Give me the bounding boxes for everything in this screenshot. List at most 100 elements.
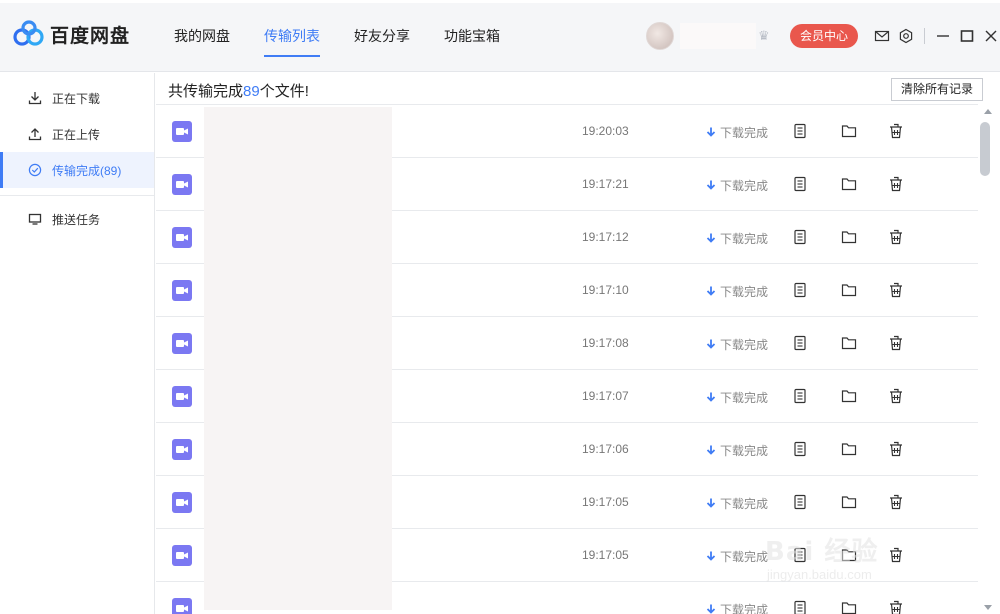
watermark-url: jingyan.baidu.com	[767, 567, 872, 582]
transfer-status-label: 下载完成	[720, 391, 769, 405]
video-camera-icon	[176, 181, 188, 188]
transfer-time: 19:17:05	[582, 495, 629, 509]
transfer-status: 下载完成	[706, 389, 768, 406]
video-camera-icon	[176, 605, 188, 612]
trash-icon	[890, 123, 902, 139]
watermark-brand: Bai 经验	[765, 537, 879, 567]
delete-record-button[interactable]	[887, 228, 905, 246]
file-detail-button[interactable]	[791, 387, 809, 405]
folder-icon	[841, 337, 857, 350]
file-detail-button[interactable]	[791, 599, 809, 614]
scroll-up-arrow-icon[interactable]	[984, 109, 992, 114]
sidebar-item-push-tasks[interactable]: 推送任务	[0, 201, 154, 237]
document-icon	[794, 335, 806, 351]
open-folder-button[interactable]	[840, 440, 858, 458]
minimize-button[interactable]	[931, 26, 955, 46]
close-button[interactable]	[979, 26, 1000, 46]
open-folder-button[interactable]	[840, 228, 858, 246]
delete-record-button[interactable]	[887, 334, 905, 352]
vip-center-button[interactable]: 会员中心	[790, 24, 859, 48]
video-file-icon	[172, 227, 192, 248]
scrollbar[interactable]	[978, 105, 1000, 614]
transfer-status-label: 下载完成	[720, 126, 769, 140]
open-folder-button[interactable]	[840, 599, 858, 614]
transfer-time: 19:17:07	[582, 389, 629, 403]
file-detail-button[interactable]	[791, 175, 809, 193]
tab-my-disk[interactable]: 我的网盘	[160, 0, 244, 72]
upload-icon	[28, 128, 42, 141]
settings-button[interactable]	[894, 26, 918, 46]
sidebar-item-downloading[interactable]: 正在下载	[0, 80, 154, 116]
file-detail-button[interactable]	[791, 228, 809, 246]
delete-record-button[interactable]	[887, 122, 905, 140]
video-file-icon	[172, 598, 192, 614]
mail-button[interactable]	[870, 26, 894, 46]
delete-record-button[interactable]	[887, 440, 905, 458]
transfer-time: 19:17:10	[582, 283, 629, 297]
folder-icon	[841, 390, 857, 403]
scrollbar-thumb[interactable]	[980, 122, 990, 176]
transfer-status: 下载完成	[706, 230, 768, 247]
video-file-icon	[172, 280, 192, 301]
window-tools	[870, 26, 1000, 46]
video-file-icon	[172, 386, 192, 407]
open-folder-button[interactable]	[840, 334, 858, 352]
transfer-status: 下载完成	[706, 336, 768, 353]
document-icon	[794, 123, 806, 139]
transfer-status: 下载完成	[706, 283, 768, 300]
transfer-status: 下载完成	[706, 442, 768, 459]
summary-suffix: 个文件!	[259, 83, 309, 100]
trash-icon	[890, 388, 902, 404]
sidebar-item-label: 正在下载	[52, 91, 101, 106]
clear-all-records-button[interactable]: 清除所有记录	[891, 78, 984, 101]
video-camera-icon	[176, 287, 188, 294]
crown-icon: ♛	[758, 28, 770, 43]
scroll-down-arrow-icon[interactable]	[984, 605, 992, 610]
transfer-status-label: 下载完成	[720, 285, 769, 299]
folder-icon	[841, 178, 857, 191]
sidebar-item-completed[interactable]: 传输完成(89)	[0, 152, 154, 188]
video-file-icon	[172, 333, 192, 354]
document-icon	[794, 600, 806, 614]
video-file-icon	[172, 439, 192, 460]
download-icon	[28, 92, 42, 105]
tab-friend-share[interactable]: 好友分享	[340, 0, 424, 72]
open-folder-button[interactable]	[840, 281, 858, 299]
transfer-time: 19:17:05	[582, 548, 629, 562]
tab-transfer-list[interactable]: 传输列表	[250, 0, 334, 72]
download-arrow-icon	[706, 286, 716, 296]
main-nav: 我的网盘 传输列表 好友分享 功能宝箱	[160, 0, 520, 72]
transfer-status-label: 下载完成	[720, 603, 769, 614]
summary-prefix: 共传输完成	[168, 83, 244, 100]
video-file-icon	[172, 492, 192, 513]
delete-record-button[interactable]	[887, 387, 905, 405]
maximize-icon	[960, 30, 974, 42]
mail-icon	[874, 30, 890, 42]
delete-record-button[interactable]	[887, 599, 905, 614]
transfer-status-label: 下载完成	[720, 232, 769, 246]
delete-record-button[interactable]	[887, 175, 905, 193]
transfer-status: 下载完成	[706, 124, 768, 141]
download-arrow-icon	[706, 498, 716, 508]
transfer-time: 19:17:12	[582, 230, 629, 244]
video-file-icon	[172, 545, 192, 566]
sidebar-item-uploading[interactable]: 正在上传	[0, 116, 154, 152]
watermark: Bai 经验 jingyan.baidu.com	[765, 505, 965, 595]
tab-toolbox[interactable]: 功能宝箱	[430, 0, 514, 72]
download-arrow-icon	[706, 127, 716, 137]
folder-icon	[841, 602, 857, 614]
file-detail-button[interactable]	[791, 440, 809, 458]
file-detail-button[interactable]	[791, 281, 809, 299]
toolbar-separator	[924, 28, 925, 44]
file-detail-button[interactable]	[791, 334, 809, 352]
open-folder-button[interactable]	[840, 122, 858, 140]
maximize-button[interactable]	[955, 26, 979, 46]
delete-record-button[interactable]	[887, 281, 905, 299]
file-detail-button[interactable]	[791, 122, 809, 140]
check-circle-icon	[28, 163, 42, 177]
avatar[interactable]	[646, 22, 674, 50]
open-folder-button[interactable]	[840, 175, 858, 193]
close-icon	[985, 30, 997, 42]
open-folder-button[interactable]	[840, 387, 858, 405]
video-camera-icon	[176, 499, 188, 506]
